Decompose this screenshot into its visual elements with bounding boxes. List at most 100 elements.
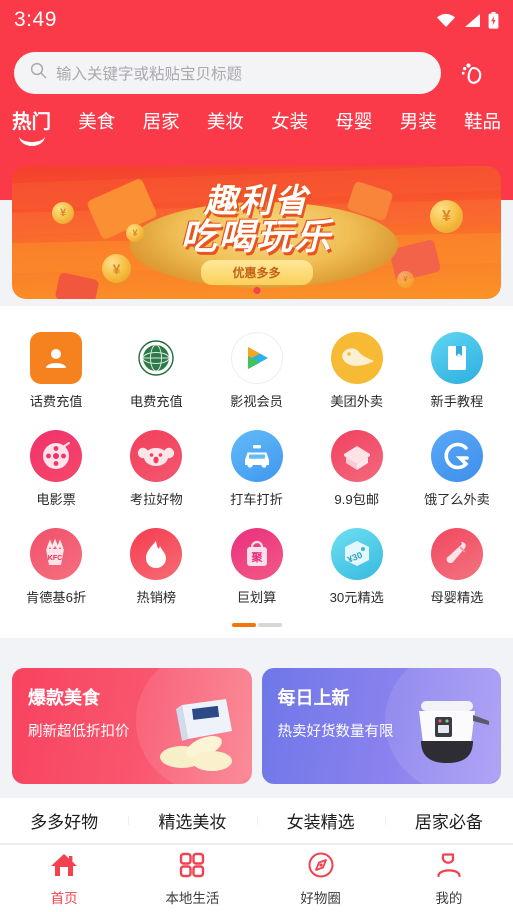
grid-item-eleme-delivery[interactable]: 饿了么外卖 (407, 430, 507, 508)
search-input[interactable]: 输入关键字或粘贴宝贝标题 (14, 52, 441, 94)
wifi-icon (436, 13, 456, 28)
nav-item-local-life[interactable]: 本地生活 (128, 845, 256, 912)
svg-text:聚: 聚 (250, 551, 263, 564)
grid-item-label: 打车打折 (230, 492, 283, 507)
banner-indicator-dot (253, 287, 260, 294)
grid-item-label: 话费充值 (29, 394, 83, 409)
promo-card-daily-new[interactable]: 每日上新 热卖好货数量有限 (261, 668, 501, 784)
grid-item-electricity-recharge[interactable]: 电费充值 (106, 332, 206, 410)
grid-item-label: 电费充值 (129, 394, 183, 409)
banner-envelope-decoration (54, 272, 100, 299)
promo-card-hot-food[interactable]: 爆款美食 刷新超低折扣价 (12, 668, 252, 784)
content-tab-3[interactable]: 居家必备 (384, 808, 513, 833)
snack-box-image (152, 695, 244, 778)
category-tab-2[interactable]: 居家 (143, 108, 180, 137)
user-profile-icon (435, 851, 463, 884)
category-tab-6[interactable]: 男装 (400, 108, 437, 137)
flame-icon (130, 528, 183, 580)
search-placeholder-text: 输入关键字或粘贴宝贝标题 (56, 66, 243, 83)
banner-coin-icon: ¥ (102, 254, 131, 283)
content-tab-2[interactable]: 女装精选 (256, 808, 385, 833)
grid-item-mother-baby-selection[interactable]: 母婴精选 (407, 528, 507, 606)
content-tab-1[interactable]: 精选美妆 (128, 808, 256, 833)
grid-item-kfc-discount[interactable]: KFC 肯德基6折 (6, 528, 106, 606)
eleme-icon (430, 430, 483, 482)
grid-item-99-freeshipping[interactable]: 9.9包邮 (307, 430, 407, 508)
status-clock: 3:49 (14, 8, 57, 31)
package-box-icon (330, 430, 383, 482)
grid-page-indicator[interactable] (0, 623, 513, 627)
grid-item-label: 肯德基6折 (26, 590, 87, 605)
phone-recharge-icon (30, 332, 83, 384)
meituan-kangaroo-icon (330, 332, 383, 384)
category-tab-0[interactable]: 热门 (12, 105, 51, 137)
battery-charging-icon (488, 11, 499, 29)
grid-item-label: 热销榜 (136, 590, 177, 605)
grid-squares-icon (178, 851, 206, 884)
grid-item-taxi-discount[interactable]: 打车打折 (206, 430, 306, 508)
grid-item-30yuan-selection[interactable]: ¥30 30元精选 (307, 528, 407, 606)
status-icons (436, 11, 499, 29)
promo-banner[interactable]: ¥ ¥ ¥ ¥ ¥ 趣利省 吃喝玩乐 优惠多多 (12, 166, 501, 299)
category-tab-3[interactable]: 美妆 (207, 108, 244, 137)
grid-item-label: 巨划算 (236, 590, 277, 605)
grid-row: 电影票 考拉好物 打车打折 9.9包邮 饿了么外卖 (0, 430, 513, 508)
page-dot-active[interactable] (231, 623, 256, 627)
compass-icon (307, 851, 335, 884)
grid-item-label: 30元精选 (329, 590, 384, 605)
grid-item-label: 美团外卖 (330, 394, 384, 409)
banner-cta-button[interactable]: 优惠多多 (200, 260, 313, 285)
category-tabs: 热门 美食 居家 美妆 女装 母婴 男装 鞋品 (0, 105, 513, 137)
koala-icon (130, 430, 183, 482)
quick-entry-grid: 话费充值 电费充值 影视会员 美团外卖 新手教程 电影票 考拉好物 打车打折 9… (0, 306, 513, 638)
film-reel-icon (30, 430, 83, 482)
nav-item-label: 本地生活 (165, 890, 220, 906)
category-tab-4[interactable]: 女装 (271, 108, 308, 137)
grid-item-beginner-tutorial[interactable]: 新手教程 (407, 332, 507, 410)
nav-item-label: 我的 (435, 890, 463, 906)
grid-row: KFC 肯德基6折 热销榜 聚 巨划算 ¥30 30元精选 母婴精选 (0, 528, 513, 606)
bottom-navigation: 首页 本地生活 好物圈 我的 (0, 844, 513, 912)
grid-item-movie-ticket[interactable]: 电影票 (6, 430, 106, 508)
promo-card-list: 爆款美食 刷新超低折扣价 每日上新 热卖好货数量有限 (0, 668, 513, 784)
grid-item-label: 考拉好物 (129, 492, 183, 507)
baby-bottle-icon (430, 528, 483, 580)
cellular-signal-icon (463, 13, 481, 28)
taxi-icon (230, 430, 283, 482)
grid-item-phone-recharge[interactable]: 话费充值 (6, 332, 106, 410)
search-row: 输入关键字或粘贴宝贝标题 (0, 50, 513, 96)
grid-item-label: 母婴精选 (430, 590, 484, 605)
category-tab-7[interactable]: 鞋品 (464, 108, 501, 137)
shopping-bag-icon: 聚 (230, 528, 283, 580)
banner-title-line1: 趣利省 (204, 182, 309, 219)
grid-item-label: 新手教程 (430, 394, 484, 409)
grid-item-label: 电影票 (36, 492, 76, 507)
banner-title-line2: 吃喝玩乐 (180, 216, 333, 257)
banner-title: 趣利省 吃喝玩乐 (12, 184, 501, 255)
grid-item-big-deal[interactable]: 聚 巨划算 (206, 528, 306, 606)
grid-item-meituan-delivery[interactable]: 美团外卖 (307, 332, 407, 410)
state-grid-icon (130, 332, 182, 384)
footprint-icon[interactable] (449, 50, 499, 96)
grid-item-video-membership[interactable]: 影视会员 (206, 332, 306, 410)
content-tab-0[interactable]: 多多好物 (0, 808, 128, 833)
nav-item-goods-circle[interactable]: 好物圈 (257, 845, 385, 912)
nav-item-profile[interactable]: 我的 (385, 845, 513, 912)
tutorial-book-icon (430, 332, 483, 384)
grid-row: 话费充值 电费充值 影视会员 美团外卖 新手教程 (0, 332, 513, 410)
svg-text:KFC: KFC (48, 555, 62, 562)
nav-item-label: 好物圈 (300, 890, 341, 906)
category-tab-5[interactable]: 母婴 (335, 108, 372, 137)
tencent-video-icon (230, 332, 283, 384)
search-icon (30, 62, 47, 84)
grid-item-kaola-goods[interactable]: 考拉好物 (106, 430, 206, 508)
grid-item-label: 影视会员 (230, 394, 283, 409)
category-tab-1[interactable]: 美食 (78, 108, 115, 137)
rice-cooker-image (405, 691, 493, 778)
grid-item-hot-ranking[interactable]: 热销榜 (106, 528, 206, 606)
grid-item-label: 饿了么外卖 (423, 492, 490, 507)
status-bar: 3:49 (0, 0, 513, 40)
page-dot[interactable] (257, 623, 282, 627)
nav-item-home[interactable]: 首页 (0, 845, 128, 912)
kfc-fries-icon: KFC (30, 528, 83, 580)
